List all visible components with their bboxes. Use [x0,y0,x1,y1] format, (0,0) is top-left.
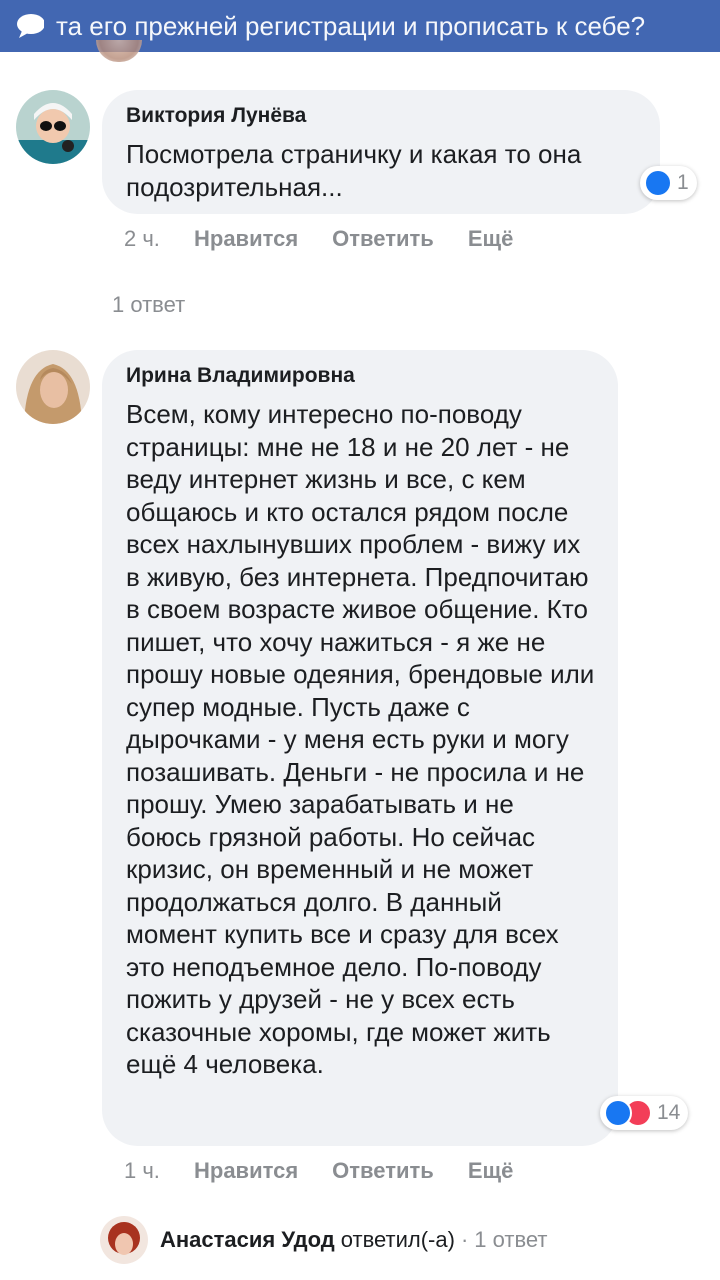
comment-author[interactable]: Виктория Лунёва [126,104,638,128]
avatar-irina[interactable] [16,350,90,424]
avatar-photo [16,350,90,424]
comment-time[interactable]: 2 ч. [124,226,194,252]
more-button[interactable]: Ещё [468,1158,513,1184]
reaction-count: 14 [657,1101,681,1124]
reply-verb: ответил(-а) [340,1227,455,1252]
like-button[interactable]: Нравится [194,1158,298,1184]
comment-time[interactable]: 1 ч. [124,1158,194,1184]
comment-actions: 2 ч. Нравится Ответить Ещё [124,226,547,252]
previous-avatar-peek [96,40,142,62]
reactions-summary[interactable]: 1 [640,166,697,200]
like-reaction-icon [604,1099,632,1127]
comments-screen: та его прежней регистрации и прописать к… [0,0,720,1280]
reply-button[interactable]: Ответить [332,1158,434,1184]
reply-author[interactable]: Анастасия Удод [160,1227,335,1253]
reactions-summary[interactable]: 14 [600,1096,689,1130]
avatar-photo [100,1216,148,1264]
chat-bubble-icon [17,14,45,38]
reaction-count: 1 [677,171,689,194]
like-reaction-icon [644,169,672,197]
banner-text: та его прежней регистрации и прописать к… [56,10,646,41]
avatar-anastasia [100,1216,148,1264]
replies-count[interactable]: 1 ответ [112,292,185,318]
comment-author[interactable]: Ирина Владимировна [126,364,596,388]
avatar-photo [16,90,90,164]
reply-button[interactable]: Ответить [332,226,434,252]
comment-text: Всем, кому интересно по-поводу страницы:… [126,399,595,1079]
avatar-viktoria[interactable] [16,90,90,164]
comment-text: Посмотрела страничку и какая то она подо… [126,139,582,202]
reply-count[interactable]: 1 ответ [474,1227,547,1253]
comment-bubble[interactable]: Ирина Владимировна Всем, кому интересно … [102,350,618,1146]
more-button[interactable]: Ещё [468,226,513,252]
comment-actions: 1 ч. Нравится Ответить Ещё [124,1158,547,1184]
comment-bubble[interactable]: Виктория Лунёва Посмотрела страничку и к… [102,90,660,214]
like-button[interactable]: Нравится [194,226,298,252]
reply-preview[interactable]: Анастасия Удод ответил(-а) · 1 ответ [100,1216,547,1264]
separator-dot: · [460,1227,469,1252]
